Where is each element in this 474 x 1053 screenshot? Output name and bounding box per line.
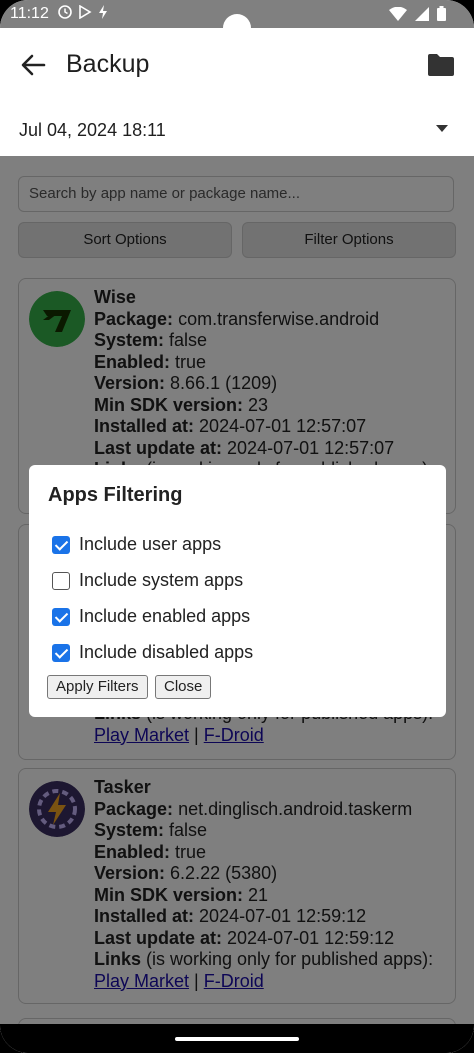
checkbox-unchecked[interactable] xyxy=(52,571,70,590)
dialog-title: Apps Filtering xyxy=(48,484,183,506)
include-user-apps-option[interactable]: Include user apps xyxy=(52,534,221,555)
status-time: 11:12 xyxy=(10,5,49,22)
folder-icon[interactable] xyxy=(428,54,454,76)
option-label: Include user apps xyxy=(79,534,222,554)
app-bar: Backup Jul 04, 2024 18:11 xyxy=(0,28,474,156)
bolt-icon xyxy=(99,5,107,19)
battery-icon xyxy=(437,6,446,21)
phone-screen: 11:12 Backup Jul 04, 2024 18:11 Search b… xyxy=(0,0,474,1053)
checkbox-checked[interactable] xyxy=(52,607,70,626)
status-icons-left xyxy=(58,5,108,19)
close-button[interactable]: Close xyxy=(155,675,212,699)
include-system-apps-option[interactable]: Include system apps xyxy=(52,570,243,591)
signal-icon xyxy=(415,6,429,21)
backup-date-selector[interactable]: Jul 04, 2024 18:11 xyxy=(19,120,166,141)
camera-cutout xyxy=(223,14,251,42)
option-label: Include enabled apps xyxy=(79,606,251,626)
back-arrow-icon[interactable] xyxy=(20,52,46,78)
play-store-icon xyxy=(79,5,92,19)
include-disabled-apps-option[interactable]: Include disabled apps xyxy=(52,642,253,663)
wifi-icon xyxy=(389,6,407,21)
home-indicator[interactable] xyxy=(175,1037,299,1041)
checkbox-checked[interactable] xyxy=(52,535,70,554)
do-not-disturb-icon xyxy=(58,5,72,19)
include-enabled-apps-option[interactable]: Include enabled apps xyxy=(52,606,250,627)
status-icons-right xyxy=(389,6,446,21)
apply-filters-button[interactable]: Apply Filters xyxy=(47,675,148,699)
option-label: Include system apps xyxy=(79,570,244,590)
checkbox-checked[interactable] xyxy=(52,643,70,662)
apps-filtering-dialog: Apps Filtering Include user apps Include… xyxy=(29,465,446,717)
page-title: Backup xyxy=(66,50,150,78)
chevron-down-icon[interactable] xyxy=(436,125,448,132)
option-label: Include disabled apps xyxy=(79,642,254,662)
